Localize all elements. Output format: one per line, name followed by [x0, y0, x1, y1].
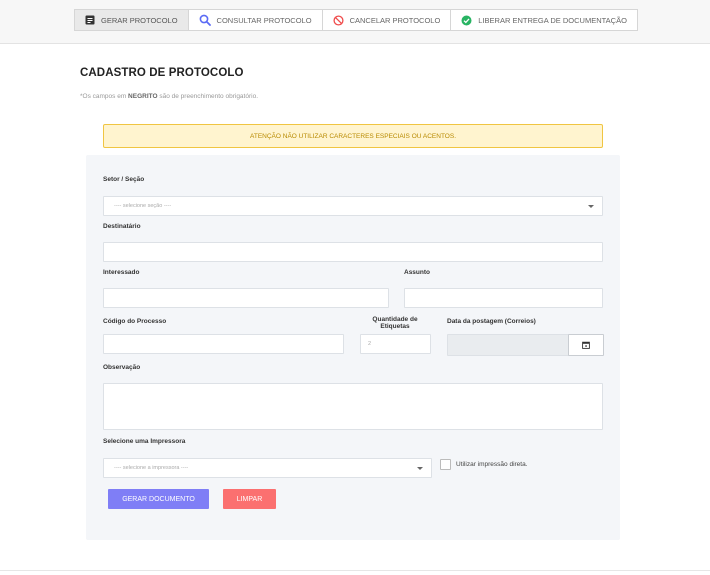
setor-placeholder: ---- selecione seção ----	[114, 203, 172, 209]
tab-label: CONSULTAR PROTOCOLO	[216, 15, 312, 25]
observacao-label: Observação	[103, 364, 141, 371]
data-postagem-label: Data da postagem (Correios)	[447, 318, 536, 325]
warning-alert: ATENÇÃO NÃO UTILIZAR CARACTERES ESPECIAI…	[103, 124, 603, 148]
required-fields-note: *Os campos em NEGRITO são de preenchimen…	[80, 93, 258, 100]
ban-icon	[333, 14, 344, 26]
tab-liberar-entrega[interactable]: LIBERAR ENTREGA DE DOCUMENTAÇÃO	[451, 10, 637, 30]
note-prefix: *Os campos em	[80, 93, 129, 100]
check-circle-icon	[461, 15, 472, 26]
setor-select[interactable]: ---- selecione seção ----	[103, 196, 603, 216]
impressora-label: Selecione uma Impressora	[103, 438, 186, 445]
calendar-button[interactable]	[568, 334, 604, 356]
tab-label: LIBERAR ENTREGA DE DOCUMENTAÇÃO	[478, 15, 627, 25]
note-bold: NEGRITO	[128, 93, 158, 100]
codigo-input[interactable]	[103, 334, 344, 354]
limpar-button[interactable]: LIMPAR	[223, 489, 276, 509]
page-title: CADASTRO DE PROTOCOLO	[80, 67, 244, 79]
setor-label: Setor / Seção	[103, 176, 145, 183]
interessado-label: Interessado	[103, 269, 140, 276]
observacao-textarea[interactable]	[103, 383, 603, 430]
quantidade-label-line1: Quantidade de	[372, 316, 418, 323]
interessado-input[interactable]	[103, 288, 389, 308]
assunto-label: Assunto	[404, 269, 430, 276]
codigo-label: Código do Processo	[103, 318, 167, 325]
tab-label: GERAR PROTOCOLO	[101, 15, 178, 25]
tab-label: CANCELAR PROTOCOLO	[349, 15, 441, 25]
quantidade-label: Quantidade de Etiquetas	[365, 316, 425, 330]
tab-consultar-protocolo[interactable]: CONSULTAR PROTOCOLO	[189, 10, 323, 30]
footer-divider	[0, 570, 710, 571]
impressora-select[interactable]: ---- selecione a impressora ----	[103, 458, 432, 478]
impressao-direta-label: Utilizar impressão direta.	[456, 461, 528, 468]
calendar-icon	[582, 336, 590, 354]
top-bar: GERAR PROTOCOLO CONSULTAR PROTOCOLO CANC…	[0, 0, 710, 44]
document-icon	[85, 15, 95, 25]
gerar-documento-button[interactable]: GERAR DOCUMENTO	[108, 489, 209, 509]
impressora-placeholder: ---- selecione a impressora ----	[114, 465, 189, 471]
quantidade-label-line2: Etiquetas	[380, 323, 410, 330]
tab-cancelar-protocolo[interactable]: CANCELAR PROTOCOLO	[323, 10, 452, 30]
data-postagem-input[interactable]	[447, 334, 569, 356]
destinatario-label: Destinatário	[103, 223, 141, 230]
tab-gerar-protocolo[interactable]: GERAR PROTOCOLO	[75, 10, 189, 30]
quantidade-input[interactable]: 2	[360, 334, 431, 354]
assunto-input[interactable]	[404, 288, 603, 308]
impressao-direta-checkbox[interactable]	[440, 459, 451, 470]
destinatario-input[interactable]	[103, 242, 603, 262]
note-suffix: são de preenchimento obrigatório.	[157, 93, 258, 100]
search-icon	[199, 14, 211, 26]
protocol-tabs: GERAR PROTOCOLO CONSULTAR PROTOCOLO CANC…	[74, 9, 638, 31]
